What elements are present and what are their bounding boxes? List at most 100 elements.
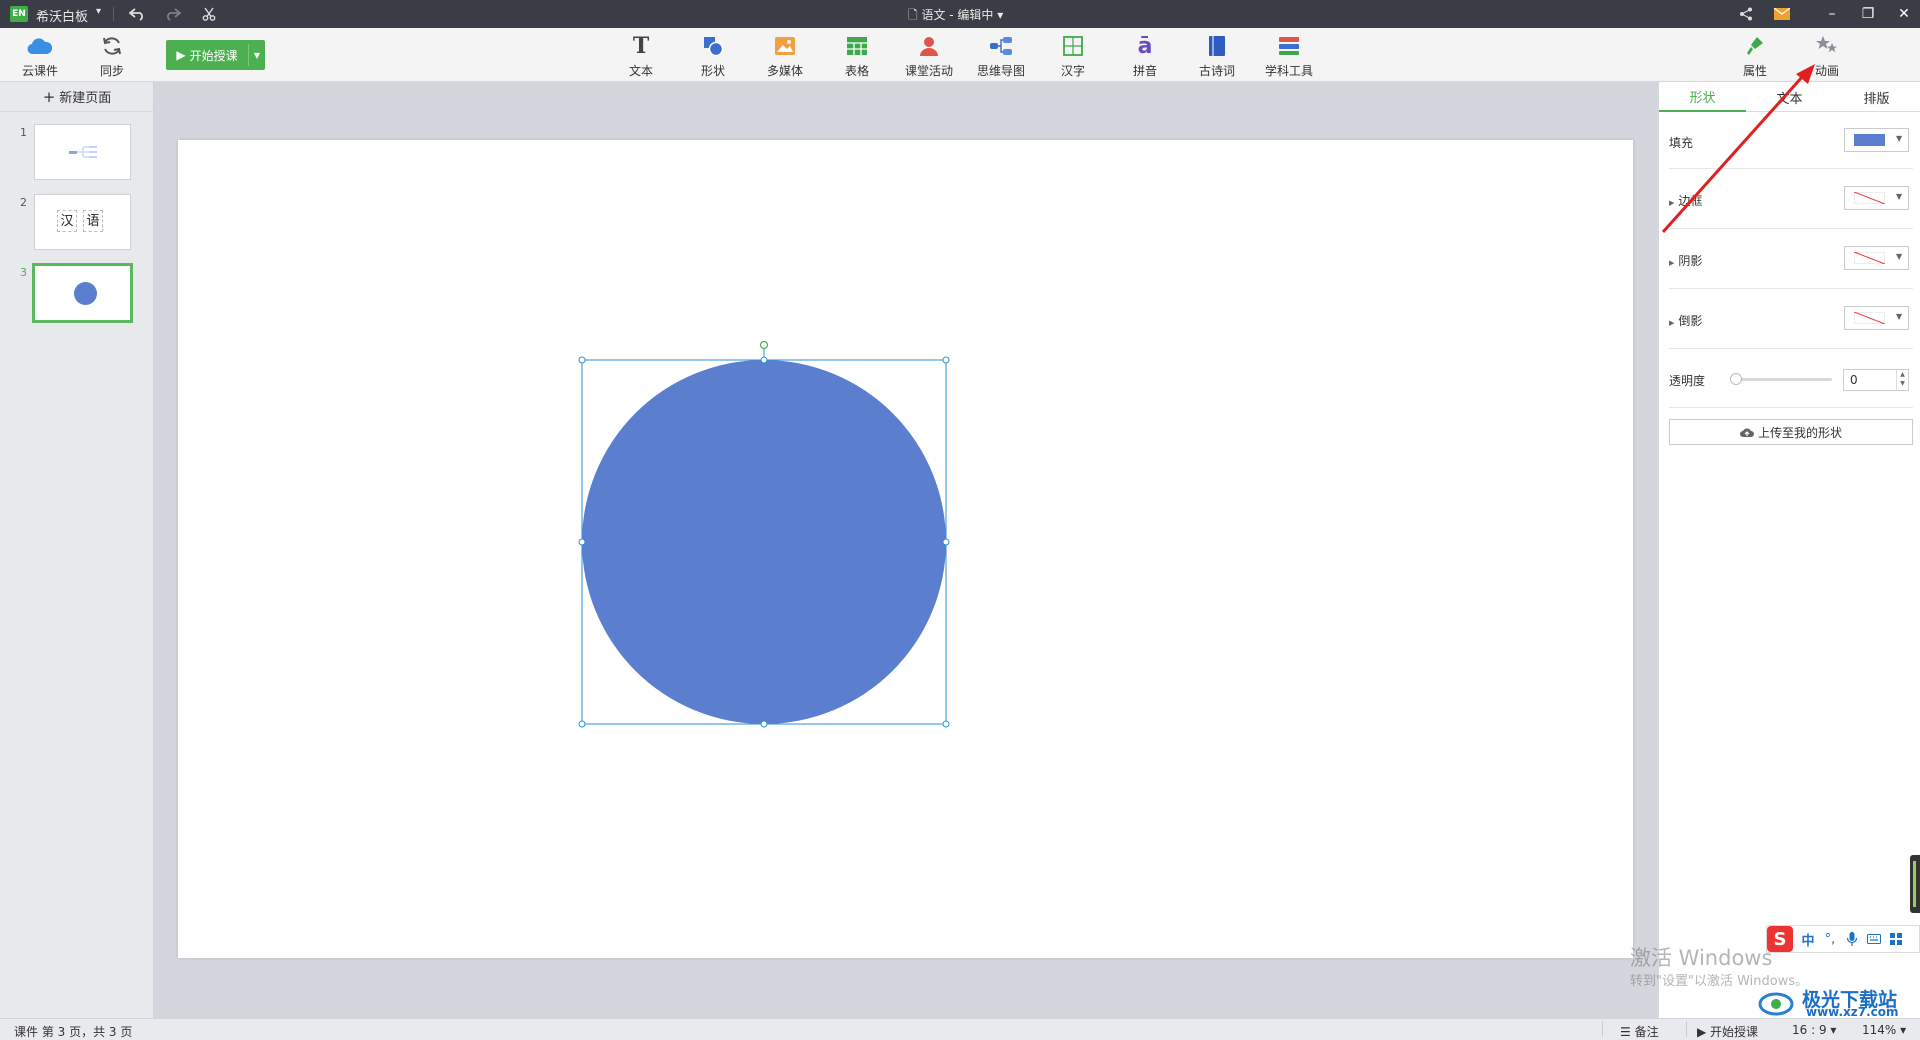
- shadow-color-picker[interactable]: ▼: [1844, 246, 1909, 270]
- tab-layout[interactable]: 排版: [1833, 82, 1920, 112]
- title-bar: EN 希沃白板 ▾ 🗋 语文 - 编辑中 ▾ – ❐ ✕: [0, 0, 1920, 28]
- tool-text[interactable]: T 文本: [609, 32, 673, 79]
- app-logo: EN: [10, 6, 28, 22]
- divider: [113, 7, 114, 21]
- tool-subject-tools[interactable]: 学科工具: [1257, 32, 1321, 79]
- page-thumbnail-2[interactable]: 汉 语: [34, 194, 131, 250]
- divider: [1602, 1021, 1603, 1037]
- resize-handle[interactable]: [760, 720, 768, 728]
- scissors-icon[interactable]: [199, 4, 219, 24]
- upload-to-my-shapes-button[interactable]: 上传至我的形状: [1669, 419, 1913, 445]
- fill-color-swatch: [1854, 134, 1885, 146]
- circle-shape[interactable]: [582, 360, 946, 724]
- reflection-row[interactable]: ▶ 倒影 ▼: [1659, 298, 1920, 342]
- keyboard-icon[interactable]: [1865, 930, 1883, 948]
- media-icon: [753, 32, 817, 60]
- tool-class-activity[interactable]: 课堂活动: [897, 32, 961, 79]
- thumbnail-number: 2: [20, 196, 27, 209]
- document-title[interactable]: 🗋 语文 - 编辑中 ▾: [908, 6, 1003, 27]
- tool-hanzi[interactable]: 汉字: [1041, 32, 1105, 79]
- no-color-swatch: [1854, 312, 1885, 324]
- opacity-input[interactable]: 0 ▲ ▼: [1843, 369, 1909, 391]
- aspect-ratio-dropdown[interactable]: 16 : 9 ▾: [1792, 1023, 1836, 1037]
- rotation-handle[interactable]: [759, 340, 769, 350]
- border-color-picker[interactable]: ▼: [1844, 186, 1909, 210]
- mail-icon[interactable]: [1772, 4, 1792, 24]
- start-lesson-button[interactable]: ▶ 开始授课 ▼: [166, 40, 265, 70]
- resize-handle[interactable]: [578, 538, 586, 546]
- ime-punctuation-mode[interactable]: °,: [1821, 930, 1839, 948]
- restore-button[interactable]: ❐: [1856, 4, 1880, 24]
- activate-windows-title: 激活 Windows: [1630, 946, 1773, 970]
- app-menu-caret-icon[interactable]: ▾: [96, 6, 101, 17]
- shadow-row[interactable]: ▶ 阴影 ▼: [1659, 238, 1920, 282]
- sync-button[interactable]: 同步: [80, 32, 144, 79]
- undo-icon[interactable]: [127, 4, 147, 24]
- canvas-area: [155, 82, 1658, 1018]
- spinner-arrows-icon[interactable]: ▲ ▼: [1896, 370, 1908, 390]
- app-name[interactable]: 希沃白板: [36, 6, 88, 25]
- slide[interactable]: [178, 140, 1633, 958]
- ime-chinese-mode[interactable]: 中: [1799, 930, 1817, 949]
- resize-handle[interactable]: [578, 356, 586, 364]
- opacity-slider-handle[interactable]: [1730, 373, 1742, 385]
- plus-icon: +: [42, 87, 56, 106]
- status-start-lesson-button[interactable]: ▶ 开始授课: [1697, 1023, 1758, 1040]
- mindmap-icon: [969, 32, 1033, 60]
- ime-toolbar: S 中 °,: [1766, 925, 1920, 953]
- start-lesson-main[interactable]: ▶ 开始授课: [166, 40, 248, 70]
- page-thumbnail-3[interactable]: [32, 263, 133, 323]
- side-handle[interactable]: [1910, 855, 1920, 913]
- expand-triangle-icon: ▶: [1669, 319, 1675, 327]
- chevron-down-icon: ▼: [1896, 312, 1903, 321]
- divider: [1669, 407, 1913, 408]
- fill-color-picker[interactable]: ▼: [1844, 128, 1909, 152]
- zoom-dropdown[interactable]: 114% ▾: [1862, 1023, 1906, 1037]
- cloud-courseware-button[interactable]: 云课件: [8, 32, 72, 79]
- thumbnail-number: 1: [20, 126, 27, 139]
- reflection-label: ▶ 倒影: [1669, 314, 1703, 328]
- tool-pinyin[interactable]: ā 拼音: [1113, 32, 1177, 79]
- new-page-button[interactable]: + 新建页面: [0, 82, 154, 112]
- main-toolbar: 云课件 同步 ▶ 开始授课 ▼ T 文本 形状 多媒体 表格 课堂活动 思维导图…: [0, 28, 1920, 82]
- tool-poetry[interactable]: 古诗词: [1185, 32, 1249, 79]
- chevron-down-icon[interactable]: ▼: [249, 40, 265, 70]
- play-icon: ▶: [176, 48, 186, 62]
- resize-handle[interactable]: [760, 356, 768, 364]
- share-icon[interactable]: [1736, 4, 1756, 24]
- brush-icon: [1723, 32, 1787, 60]
- hanzi-cell: 汉: [57, 210, 77, 232]
- close-button[interactable]: ✕: [1892, 4, 1916, 24]
- grid-menu-icon[interactable]: [1887, 930, 1905, 948]
- divider: [1686, 1021, 1687, 1037]
- redo-icon[interactable]: [163, 4, 183, 24]
- cloud-upload-icon: [1739, 428, 1754, 437]
- resize-handle[interactable]: [942, 538, 950, 546]
- tool-mindmap[interactable]: 思维导图: [969, 32, 1033, 79]
- tool-shape[interactable]: 形状: [681, 32, 745, 79]
- resize-handle[interactable]: [942, 356, 950, 364]
- no-color-swatch: [1854, 252, 1885, 264]
- notes-button[interactable]: ☰ 备注: [1620, 1023, 1659, 1040]
- shape-icon: [681, 32, 745, 60]
- circle-preview: [74, 282, 97, 305]
- microphone-icon[interactable]: [1843, 930, 1861, 948]
- sogou-logo-icon[interactable]: S: [1767, 926, 1793, 952]
- minimize-button[interactable]: –: [1820, 4, 1844, 24]
- reflection-color-picker[interactable]: ▼: [1844, 306, 1909, 330]
- resize-handle[interactable]: [942, 720, 950, 728]
- text-icon: T: [632, 33, 650, 59]
- page-thumbnail-1[interactable]: [34, 124, 131, 180]
- mindmap-preview: [69, 146, 97, 158]
- page-info: 课件 第 3 页，共 3 页: [14, 1025, 133, 1039]
- no-color-swatch: [1854, 192, 1885, 204]
- resize-handle[interactable]: [578, 720, 586, 728]
- subject-tools-icon: [1257, 32, 1321, 60]
- shadow-label: ▶ 阴影: [1669, 254, 1703, 268]
- tool-table[interactable]: 表格: [825, 32, 889, 79]
- tool-media[interactable]: 多媒体: [753, 32, 817, 79]
- page-thumbnails-panel: + 新建页面 1 2 汉 语 3: [0, 82, 154, 1018]
- sync-icon: [80, 32, 144, 60]
- opacity-slider-track[interactable]: [1734, 378, 1832, 381]
- play-icon: ▶: [1697, 1025, 1711, 1039]
